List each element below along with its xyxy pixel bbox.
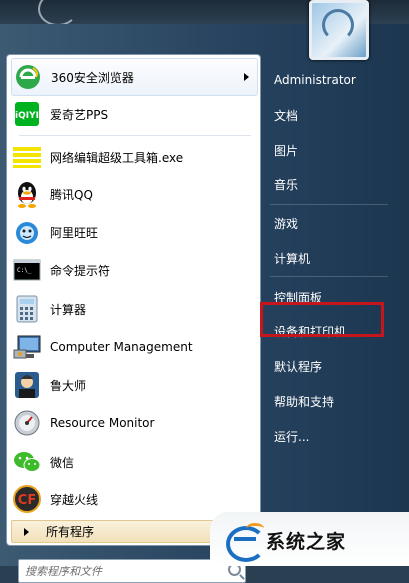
right-item-label: 帮助和支持 bbox=[274, 394, 335, 409]
right-item-label: 图片 bbox=[274, 143, 299, 158]
right-item-games[interactable]: 游戏 bbox=[266, 208, 391, 238]
program-item-qq[interactable]: 腾讯QQ bbox=[11, 176, 256, 212]
program-item-computer-management[interactable]: Computer Management bbox=[11, 329, 256, 365]
qq-penguin-icon bbox=[11, 178, 43, 210]
aliwangwang-icon bbox=[11, 216, 43, 248]
programs-pane: 360安全浏览器 iQIYI 爱奇艺PPS 网络编辑超级工具箱.exe 腾讯QQ bbox=[6, 54, 261, 546]
right-item-music[interactable]: 音乐 bbox=[266, 169, 391, 199]
program-item-command-prompt[interactable]: C:\_ 命令提示符 bbox=[11, 253, 256, 287]
desktop-icon-fragment bbox=[38, 0, 78, 26]
right-item-label: 计算机 bbox=[274, 251, 311, 266]
program-label: 鲁大师 bbox=[50, 378, 87, 393]
right-item-help-support[interactable]: 帮助和支持 bbox=[266, 386, 391, 416]
program-item-wechat[interactable]: 微信 bbox=[11, 444, 256, 480]
right-item-administrator[interactable]: Administrator bbox=[266, 65, 391, 95]
watermark-logo-icon bbox=[222, 520, 266, 562]
program-label: 穿越火线 bbox=[50, 492, 99, 507]
wechat-icon bbox=[11, 446, 43, 478]
program-item-360-browser[interactable]: 360安全浏览器 bbox=[11, 58, 258, 96]
right-item-computer[interactable]: 计算机 bbox=[266, 243, 391, 273]
command-prompt-icon: C:\_ bbox=[11, 254, 43, 286]
right-item-label: 运行... bbox=[274, 429, 310, 444]
program-label: Computer Management bbox=[50, 340, 193, 354]
submenu-arrow-icon bbox=[244, 73, 249, 81]
ludashi-icon bbox=[11, 369, 43, 401]
360-browser-icon bbox=[12, 61, 44, 93]
user-avatar[interactable] bbox=[309, 0, 369, 60]
program-item-calculator[interactable]: 计算器 bbox=[11, 291, 256, 327]
svg-text:CF: CF bbox=[18, 493, 36, 508]
right-item-default-programs[interactable]: 默认程序 bbox=[266, 351, 391, 381]
program-label: 爱奇艺PPS bbox=[50, 107, 109, 122]
watermark-text: 系统之家 bbox=[266, 530, 347, 553]
program-item-resource-monitor[interactable]: Resource Monitor bbox=[11, 405, 256, 441]
program-label: 命令提示符 bbox=[50, 263, 111, 278]
avatar-picture bbox=[322, 9, 354, 41]
right-item-label: Administrator bbox=[274, 73, 356, 87]
right-item-label: 游戏 bbox=[274, 216, 299, 231]
calculator-icon bbox=[11, 293, 43, 325]
resource-monitor-icon bbox=[11, 407, 43, 439]
right-item-label: 音乐 bbox=[274, 177, 299, 192]
divider bbox=[19, 135, 251, 136]
program-item-iqiyi[interactable]: iQIYI 爱奇艺PPS bbox=[11, 97, 256, 131]
program-label: 网络编辑超级工具箱.exe bbox=[50, 150, 184, 165]
start-menu: 360安全浏览器 iQIYI 爱奇艺PPS 网络编辑超级工具箱.exe 腾讯QQ bbox=[0, 24, 409, 583]
svg-text:iQIYI: iQIYI bbox=[15, 111, 39, 121]
right-item-run[interactable]: 运行... bbox=[266, 421, 391, 451]
program-label: Resource Monitor bbox=[50, 416, 155, 430]
program-label: 360安全浏览器 bbox=[51, 70, 134, 85]
svg-text:C:\_: C:\_ bbox=[17, 267, 32, 274]
program-item-ludashi[interactable]: 鲁大师 bbox=[11, 367, 256, 403]
program-item-aliwangwang[interactable]: 阿里旺旺 bbox=[11, 214, 256, 250]
program-item-crossfire[interactable]: CF 穿越火线 bbox=[11, 481, 256, 517]
watermark: 系统之家 bbox=[222, 520, 347, 562]
program-label: 计算器 bbox=[50, 302, 87, 317]
divider bbox=[270, 204, 388, 205]
right-item-label: 默认程序 bbox=[274, 359, 323, 374]
program-label: 阿里旺旺 bbox=[50, 225, 99, 240]
right-item-label: 文档 bbox=[274, 108, 299, 123]
all-programs-label: 所有程序 bbox=[46, 525, 95, 539]
computer-management-icon bbox=[11, 331, 43, 363]
program-label: 微信 bbox=[50, 455, 75, 470]
divider bbox=[270, 276, 388, 277]
control-panel-highlight-box bbox=[260, 302, 384, 337]
program-item-toolbox[interactable]: 网络编辑超级工具箱.exe bbox=[11, 140, 256, 174]
crossfire-icon: CF bbox=[11, 483, 43, 515]
search-input[interactable] bbox=[19, 561, 231, 582]
iqiyi-icon: iQIYI bbox=[11, 98, 43, 130]
expand-arrow-icon bbox=[24, 527, 29, 536]
right-item-documents[interactable]: 文档 bbox=[266, 100, 391, 130]
toolbox-icon bbox=[11, 141, 43, 173]
right-item-pictures[interactable]: 图片 bbox=[266, 135, 391, 165]
program-label: 腾讯QQ bbox=[50, 187, 93, 202]
